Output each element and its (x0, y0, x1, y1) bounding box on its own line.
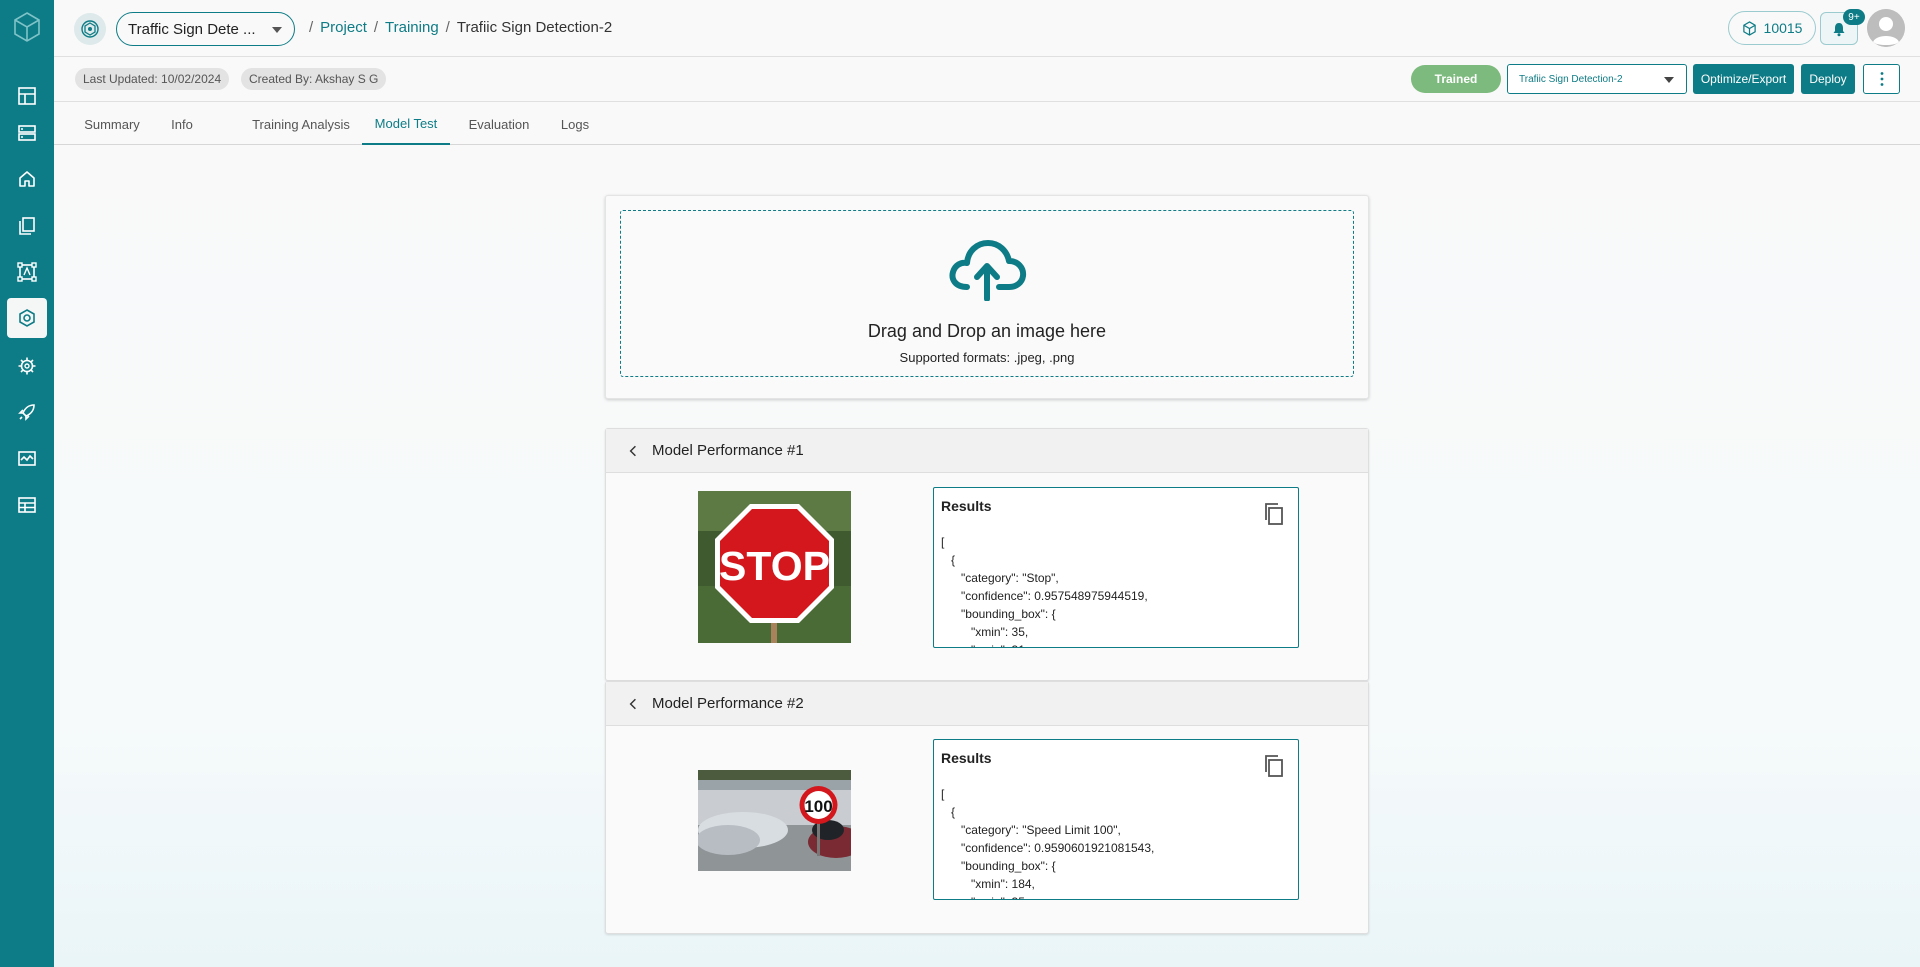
sidebar-item-training[interactable] (7, 298, 47, 338)
project-select-value: Traffic Sign Dete ... (128, 20, 256, 38)
avatar[interactable] (1867, 9, 1905, 47)
sidebar-item-documents[interactable] (7, 206, 47, 246)
tab-summary[interactable]: Summary (74, 103, 150, 145)
documents-icon (19, 217, 35, 235)
credits-button[interactable]: 10015 (1728, 11, 1816, 45)
more-options-button[interactable] (1863, 64, 1900, 94)
sidebar-item-database[interactable] (7, 113, 47, 153)
cube-icon (1742, 20, 1756, 36)
sidebar-item-home[interactable] (7, 159, 47, 199)
performance-header[interactable]: Model Performance #2 (606, 682, 1368, 726)
sidebar-item-deploy[interactable] (7, 392, 47, 432)
dashboard-icon (18, 87, 36, 105)
results-panel: Results [ { "category": "Speed Limit 100… (933, 739, 1299, 900)
table-icon (18, 497, 36, 513)
tab-model-test[interactable]: Model Test (362, 103, 450, 145)
sidebar (0, 0, 54, 967)
tab-bar: Summary Info Training Analysis Model Tes… (54, 103, 1920, 145)
annotation-icon (17, 262, 37, 282)
project-select[interactable]: Traffic Sign Dete ... (116, 12, 295, 46)
dropzone-title: Drag and Drop an image here (867, 321, 1107, 341)
test-image-stop-sign: STOP (698, 491, 851, 643)
chevron-down-icon (272, 27, 282, 33)
deploy-rocket-icon (18, 404, 35, 421)
monitoring-icon (18, 451, 36, 466)
logo-cube-icon[interactable] (10, 10, 44, 44)
sub-header: Last Updated: 10/02/2024 Created By: Aks… (54, 57, 1920, 102)
model-performance-card: Model Performance #1 STOP Results [ { "c… (605, 428, 1369, 681)
chevron-down-icon (1664, 77, 1674, 83)
upload-card: Drag and Drop an image here Supported fo… (605, 195, 1369, 399)
status-badge: Trained (1411, 65, 1501, 93)
test-image-speed-limit: 100 (698, 770, 851, 871)
results-title: Results (941, 750, 992, 766)
avatar-icon (1867, 9, 1905, 47)
sidebar-item-monitoring[interactable] (7, 439, 47, 479)
last-updated-chip: Last Updated: 10/02/2024 (75, 68, 230, 90)
model-performance-card: Model Performance #2 100 Results [ {"ca… (605, 681, 1369, 934)
dropzone-subtitle: Supported formats: .jpeg, .png (899, 350, 1075, 365)
deploy-button[interactable]: Deploy (1801, 64, 1855, 94)
results-title: Results (941, 498, 992, 514)
kebab-menu-icon (1880, 72, 1883, 86)
project-icon[interactable] (74, 13, 106, 45)
version-select[interactable]: Trafiic Sign Detection-2 (1507, 64, 1687, 94)
tab-training-analysis[interactable]: Training Analysis (246, 103, 356, 145)
settings-icon (18, 357, 36, 375)
sidebar-item-settings[interactable] (7, 346, 47, 386)
tab-logs[interactable]: Logs (551, 103, 599, 145)
created-by-chip: Created By: Akshay S G (241, 68, 387, 90)
training-icon (19, 309, 35, 327)
sidebar-item-dashboard[interactable] (7, 76, 47, 116)
version-select-value: Trafiic Sign Detection-2 (1519, 73, 1623, 85)
breadcrumb-project[interactable]: Project (320, 19, 367, 36)
image-dropzone[interactable]: Drag and Drop an image here Supported fo… (620, 210, 1354, 377)
breadcrumb-current: Trafiic Sign Detection-2 (456, 19, 613, 36)
copy-icon[interactable] (1263, 754, 1285, 778)
credits-value: 10015 (1763, 20, 1803, 36)
cloud-upload-icon (949, 240, 1027, 301)
chevron-left-icon[interactable] (626, 444, 640, 458)
tab-evaluation[interactable]: Evaluation (459, 103, 539, 145)
chevron-left-icon[interactable] (626, 697, 640, 711)
breadcrumb: / Project / Training / Trafiic Sign Detection… (309, 19, 613, 36)
copy-icon[interactable] (1263, 502, 1285, 526)
stop-sign-text: STOP (719, 543, 830, 589)
sidebar-item-table[interactable] (7, 485, 47, 525)
performance-title: Model Performance #1 (652, 442, 804, 459)
main-content: Drag and Drop an image here Supported fo… (54, 145, 1920, 967)
breadcrumb-training[interactable]: Training (385, 19, 439, 36)
results-panel: Results [ { "category": "Stop", "confide… (933, 487, 1299, 648)
performance-header[interactable]: Model Performance #1 (606, 429, 1368, 473)
performance-title: Model Performance #2 (652, 695, 804, 712)
tab-info[interactable]: Info (157, 103, 207, 145)
database-icon (18, 125, 36, 141)
home-icon (19, 171, 35, 187)
optimize-export-button[interactable]: Optimize/Export (1693, 64, 1794, 94)
sidebar-item-annotation[interactable] (7, 252, 47, 292)
top-header: Traffic Sign Dete ... / Project / Training /… (54, 0, 1920, 57)
speed-limit-text: 100 (804, 797, 832, 816)
results-json: [ { "category": "Stop", "confidence": 0.… (941, 535, 1148, 647)
results-json: [ { "category": "Speed Limit 100", "conf… (941, 787, 1155, 899)
notification-badge: 9+ (1843, 9, 1865, 25)
